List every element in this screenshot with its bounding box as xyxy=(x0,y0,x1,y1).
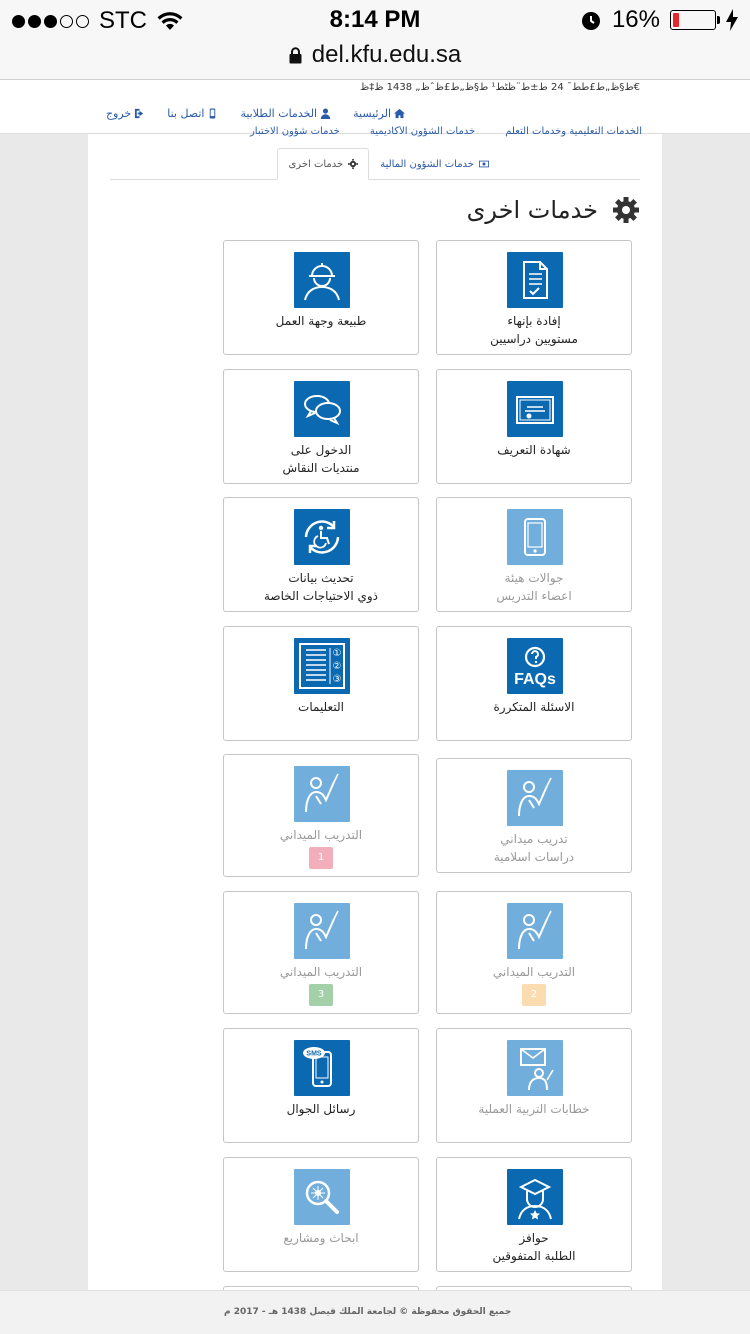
card-label: إفادة بإنهاء مستويين دراسيين xyxy=(490,314,578,346)
card-field-training-2[interactable]: التدريب الميداني 2 xyxy=(436,891,632,1014)
teacher-pointer-icon xyxy=(507,770,563,826)
card-label: التعليمات xyxy=(298,700,344,714)
tab-other-services[interactable]: خدمات اخرى xyxy=(277,148,370,180)
card-practical-education-letters[interactable]: خطابات التربية العملية xyxy=(436,1028,632,1143)
card-faculty-mobiles[interactable]: جوالات هيئة اعضاء التدريس xyxy=(436,497,632,612)
gear-icon xyxy=(348,159,359,169)
sms-icon-text: SMS xyxy=(306,1051,322,1058)
card-label-text: التدريب الميداني xyxy=(279,965,363,979)
card-identification-certificate[interactable]: شهادة التعريف xyxy=(436,369,632,484)
logout-icon xyxy=(135,108,144,119)
card-label: ابحاث ومشاريع xyxy=(283,1231,359,1245)
charging-bolt-icon xyxy=(726,9,738,31)
mobile-icon xyxy=(210,108,216,119)
card-discussion-forums[interactable]: الدخول على منتديات النقاش xyxy=(223,369,419,484)
nav-contact[interactable]: اتصل بنا xyxy=(167,107,218,120)
tab-other-label[interactable]: خدمات اخرى xyxy=(288,159,343,170)
card-label: الاسئلة المتكررة xyxy=(493,700,575,714)
copyright-text: جميع الحقوق محفوظة © لجامعة الملك فيصل 1… xyxy=(224,1307,512,1317)
nav-student-services[interactable]: الخدمات الطلابية xyxy=(240,107,331,120)
site-footer: جميع الحقوق محفوظة © لجامعة الملك فيصل 1… xyxy=(0,1290,750,1334)
smartphone-icon xyxy=(507,509,563,565)
graduate-star-icon xyxy=(507,1169,563,1225)
nav-home-label[interactable]: الرئيسية xyxy=(353,107,391,120)
envelope-teacher-icon xyxy=(507,1040,563,1096)
card-field-training-3[interactable]: التدريب الميداني 3 xyxy=(223,891,419,1014)
browser-url-bar[interactable]: del.kfu.edu.sa xyxy=(0,40,750,80)
ios-status-bar: STC 8:14 PM 16% xyxy=(0,0,750,40)
count-badge: 2 xyxy=(522,984,546,1006)
card-label-text: التدريب الميداني xyxy=(492,965,576,979)
card-label: التدريب الميداني 2 xyxy=(441,963,627,1006)
instructions-list-icon: ① ② ③ xyxy=(294,638,350,694)
worker-helmet-icon xyxy=(294,252,350,308)
battery-icon xyxy=(670,10,720,30)
instruction-mark: ① xyxy=(333,648,342,659)
card-faq[interactable]: FAQs الاسئلة المتكررة xyxy=(436,626,632,741)
card-label: تدريب ميداني دراسات اسلامية xyxy=(493,832,575,864)
services-panel: الخدمات التعليمية وخدمات التعلم خدمات ال… xyxy=(88,126,662,1334)
url-text[interactable]: del.kfu.edu.sa xyxy=(312,41,461,69)
money-icon xyxy=(479,160,489,168)
card-label: التدريب الميداني 3 xyxy=(228,963,414,1006)
nav-logout[interactable]: خروج xyxy=(106,107,145,120)
card-work-nature[interactable]: طبيعة وجهة العمل xyxy=(223,240,419,355)
tab-academic-services[interactable]: خدمات الشؤون الأكاديمية xyxy=(370,126,475,140)
teacher-pointer-icon xyxy=(294,903,350,959)
card-label: رسائل الجوال xyxy=(286,1102,356,1116)
document-check-icon xyxy=(507,252,563,308)
card-label-text: التدريب الميداني xyxy=(279,828,363,842)
status-right-group: 16% xyxy=(580,6,738,34)
certificate-icon xyxy=(507,381,563,437)
instruction-mark: ③ xyxy=(333,674,342,685)
alarm-icon xyxy=(581,12,600,30)
chat-bubbles-icon xyxy=(294,381,350,437)
count-badge: 1 xyxy=(309,847,333,869)
battery-percentage: 16% xyxy=(611,6,660,33)
card-field-training-islamic[interactable]: تدريب ميداني دراسات اسلامية xyxy=(436,758,632,873)
header-date: ط§ظ„ط£ط­ط¯ 24 ط±ط¨ظٹط¹ ط§ظ„ط£ظˆظ„ 1438 ظ… xyxy=(359,82,640,93)
card-instructions[interactable]: ① ② ③ التعليمات xyxy=(223,626,419,741)
gear-icon xyxy=(613,197,639,223)
page-title-text: خدمات اخرى xyxy=(466,196,598,224)
teacher-pointer-icon xyxy=(507,903,563,959)
nav-student-services-label[interactable]: الخدمات الطلابية xyxy=(240,107,317,120)
card-study-levels-letter[interactable]: إفادة بإنهاء مستويين دراسيين xyxy=(436,240,632,355)
card-research-projects[interactable]: ابحاث ومشاريع xyxy=(223,1157,419,1272)
faq-icon-text: FAQs xyxy=(514,671,556,688)
card-sms-messages[interactable]: SMS رسائل الجوال xyxy=(223,1028,419,1143)
service-tabs: خدمات الشؤون المالية خدمات اخرى xyxy=(110,148,640,180)
card-outstanding-students-incentives[interactable]: حوافز الطلبة المتفوقين xyxy=(436,1157,632,1272)
nav-contact-label[interactable]: اتصل بنا xyxy=(167,107,204,120)
page-title: خدمات اخرى xyxy=(467,196,640,224)
card-label: خطابات التربية العملية xyxy=(478,1102,590,1116)
wheelchair-refresh-icon xyxy=(294,509,350,565)
research-magnifier-icon xyxy=(294,1169,350,1225)
tab-financial-services[interactable]: خدمات الشؤون المالية xyxy=(369,148,500,180)
card-label: شهادة التعريف xyxy=(497,443,571,457)
card-label: الدخول على منتديات النقاش xyxy=(282,443,360,475)
user-icon xyxy=(320,108,331,119)
tab-exam-services[interactable]: خدمات شؤون الاختبار xyxy=(250,126,340,140)
card-label: جوالات هيئة اعضاء التدريس xyxy=(496,571,572,603)
top-nav: الرئيسية الخدمات الطلابية اتصل بنا خروج xyxy=(106,107,405,120)
card-label: تحديث بيانات ذوي الاحتياجات الخاصة xyxy=(263,571,379,603)
card-special-needs-update[interactable]: تحديث بيانات ذوي الاحتياجات الخاصة xyxy=(223,497,419,612)
lock-icon xyxy=(289,46,302,63)
tab-financial-label[interactable]: خدمات الشؤون المالية xyxy=(380,159,474,170)
card-field-training-1[interactable]: التدريب الميداني 1 xyxy=(223,754,419,877)
card-label: طبيعة وجهة العمل xyxy=(275,314,367,328)
tab-learning-services[interactable]: الخدمات التعليمية وخدمات التعلم xyxy=(505,126,642,140)
nav-logout-label[interactable]: خروج xyxy=(106,107,131,120)
sms-phone-icon: SMS xyxy=(294,1040,350,1096)
faq-icon: FAQs xyxy=(507,638,563,694)
card-label: حوافز الطلبة المتفوقين xyxy=(492,1231,576,1263)
home-icon xyxy=(394,108,405,119)
clipped-tab-row: الخدمات التعليمية وخدمات التعلم خدمات ال… xyxy=(118,126,642,140)
instruction-mark: ② xyxy=(333,661,342,672)
card-label: التدريب الميداني 1 xyxy=(228,826,414,869)
count-badge: 3 xyxy=(309,984,333,1006)
teacher-pointer-icon xyxy=(294,766,350,822)
nav-home[interactable]: الرئيسية xyxy=(353,107,405,120)
